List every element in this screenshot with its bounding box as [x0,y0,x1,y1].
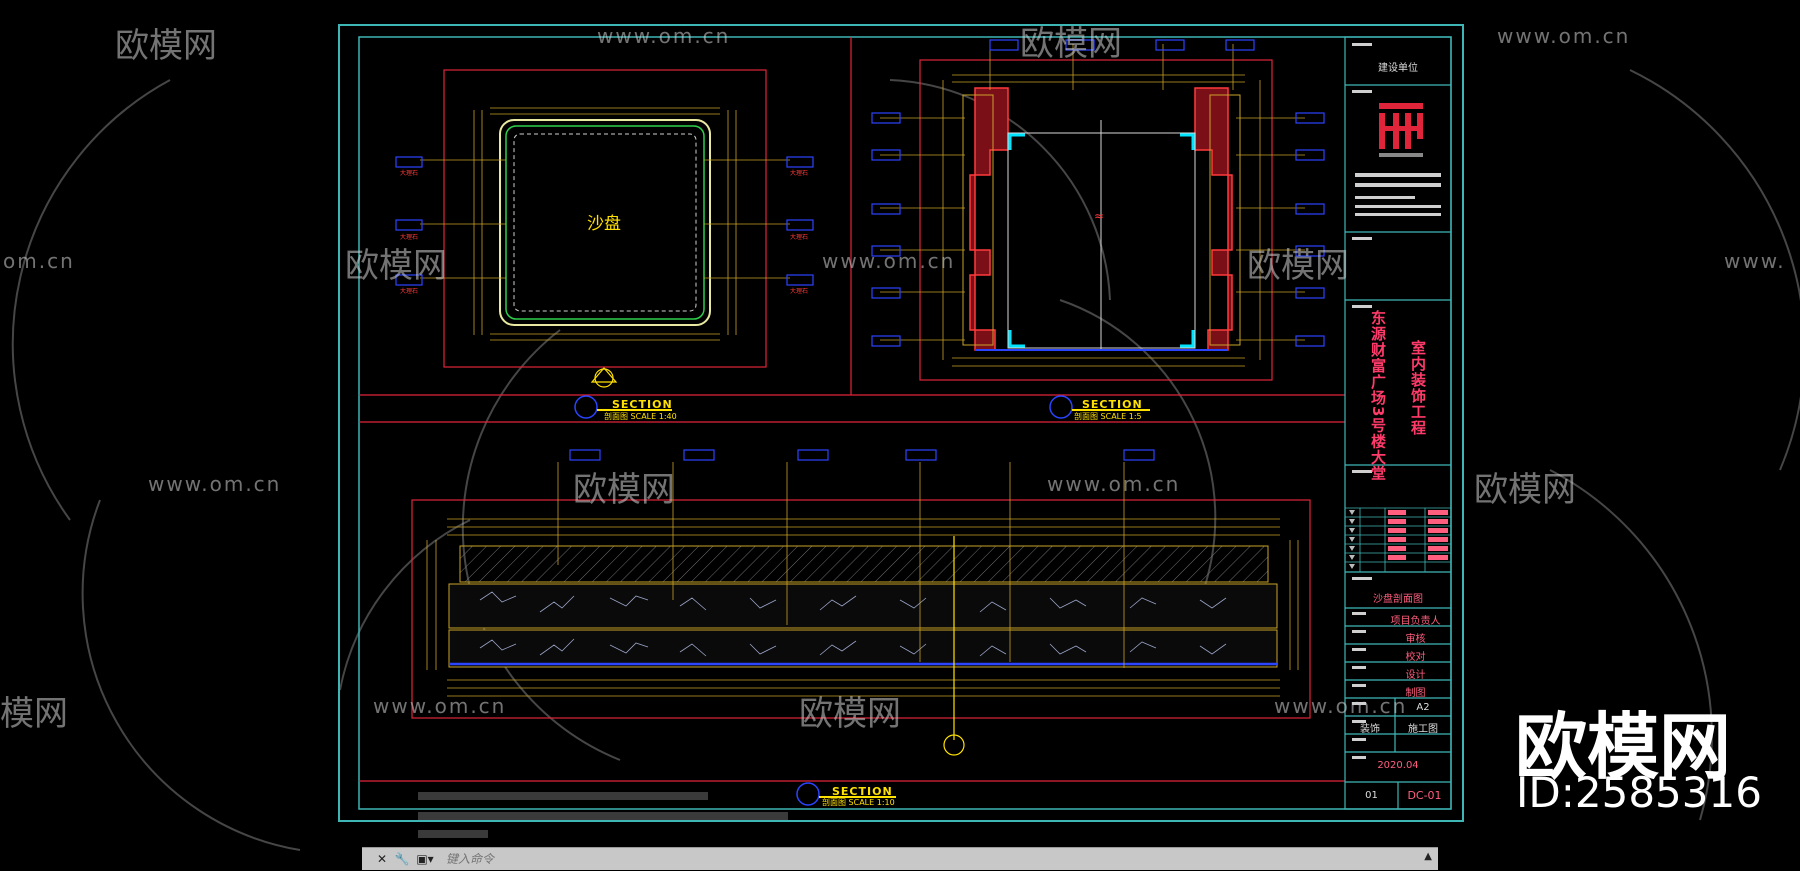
close-icon[interactable]: ✕ [374,851,390,867]
svg-text:大理石: 大理石 [790,169,808,177]
sand-table-label: 沙盘 [587,214,621,234]
role-review: 审核 [1405,634,1426,645]
svg-text:大理石: 大理石 [400,287,418,295]
chevron-up-icon[interactable]: ▲ [1424,851,1432,862]
phase-left: 装饰 [1360,724,1380,735]
drawing-name: 沙盘剖面图 [1373,594,1423,605]
section-2-scale: 剖面图 SCALE 1:5 [1074,412,1142,421]
id-label: ID:2585316 [1516,768,1762,817]
role-check: 校对 [1405,652,1426,663]
project-title-line1: 东源财富广场3号楼大堂 [1369,310,1387,482]
command-line-bar[interactable]: ✕ 🔧 ▣▾ ▲ [362,847,1438,870]
section-1-title: SECTION [612,398,673,411]
sheet-number: DC-01 [1407,789,1442,802]
view-long-section[interactable] [411,449,1311,838]
watermark-brand-7: 欧模网 [799,694,901,734]
watermark-brand-2: 欧模网 [1020,24,1122,64]
company-logo [1379,103,1423,157]
watermark-url-7: www.om.cn [1274,694,1408,718]
role-project-lead: 项目负责人 [1390,616,1441,627]
watermark-brand-1: 欧模网 [115,26,217,66]
client-label: 建设单位 [1378,63,1418,74]
section-3-scale: 剖面图 SCALE 1:10 [822,798,895,807]
sheet-no-left: 01 [1365,790,1378,801]
watermark-url-3: www.om.cn [822,249,956,273]
svg-text:大理石: 大理石 [400,169,418,177]
watermark-url-1: www.om.cn [597,24,731,48]
section-1-scale: 剖面图 SCALE 1:40 [604,412,677,421]
watermark-url-6: www.om.cn [373,694,507,718]
command-input[interactable] [444,850,1348,868]
phase-right: 施工图 [1408,724,1438,735]
watermark-url-fragment-right: www. [1724,249,1786,273]
section-2-title: SECTION [1082,398,1143,411]
project-title-line2: 室内装饰工程 [1409,340,1427,436]
view-sand-table-section[interactable]: 大理石 大理石 大理石 大理石 大理石 大理石 [395,69,814,419]
revision-table [1345,507,1451,572]
watermark-brand-6: 欧模网 [1474,470,1576,510]
watermark-url-2: www.om.cn [1497,24,1631,48]
command-prompt-icon[interactable]: ▣▾ [414,851,436,867]
svg-text:大理石: 大理石 [790,233,808,241]
watermark-url-5: www.om.cn [1047,472,1181,496]
watermark-brand-3: 欧模网 [345,246,447,286]
watermark-brand-4: 欧模网 [1247,246,1349,286]
watermark-brand-fragment: 模网 [0,694,68,734]
watermark-brand-5: 欧模网 [573,470,675,510]
drawing-date: 2020.04 [1377,760,1419,771]
role-design: 设计 [1405,670,1426,681]
svg-text:≈: ≈ [1094,209,1104,223]
wrench-icon[interactable]: 🔧 [394,851,410,867]
view-detail-section[interactable]: ≈ [871,39,1325,419]
watermark-url-fragment-left: om.cn [3,249,75,273]
watermark-url-4: www.om.cn [148,472,282,496]
svg-text:大理石: 大理石 [790,287,808,295]
